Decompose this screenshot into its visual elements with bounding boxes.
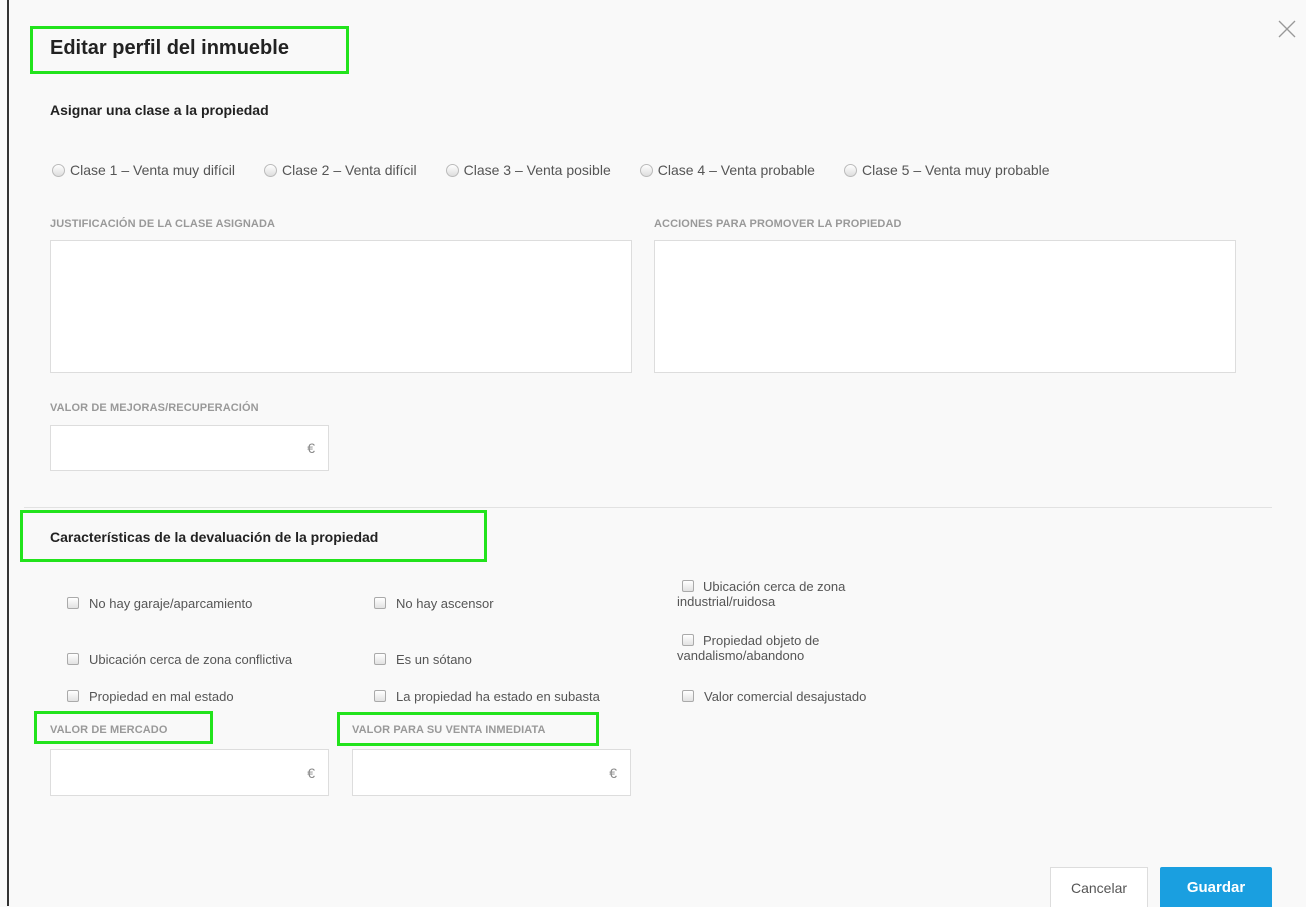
radio-clase-2[interactable]: Clase 2 – Venta difícil [263, 162, 417, 178]
checkbox-sotano[interactable]: Es un sótano [374, 652, 472, 667]
checkbox-valor-desajustado-label: Valor comercial desajustado [704, 689, 867, 704]
acciones-textarea[interactable] [654, 240, 1236, 373]
mejoras-input[interactable]: € [50, 425, 329, 471]
radio-button-icon [639, 163, 653, 177]
checkbox-mal-estado-label: Propiedad en mal estado [89, 689, 234, 704]
clase-radio-group: Clase 1 – Venta muy difícil Clase 2 – Ve… [52, 162, 1079, 178]
checkbox-zona-industrial-label-2: industrial/ruidosa [677, 594, 776, 609]
checkbox-vandalismo-label-1: Propiedad objeto de [703, 633, 820, 648]
euro-symbol: € [307, 440, 315, 456]
justificacion-label: JUSTIFICACIÓN DE LA CLASE ASIGNADA [50, 218, 276, 230]
radio-clase-4-label: Clase 4 – Venta probable [657, 162, 815, 178]
checkbox-zona-industrial[interactable]: Ubicación cerca de zona industrial/ruido… [677, 579, 897, 609]
checkbox-valor-desajustado[interactable]: Valor comercial desajustado [682, 689, 866, 704]
clase-section-title: Asignar una clase a la propiedad [50, 102, 269, 118]
checkbox-icon [67, 690, 79, 702]
modal-title: Editar perfil del inmueble [50, 37, 289, 59]
checkbox-subasta-label: La propiedad ha estado en subasta [396, 689, 600, 704]
section-divider [24, 507, 1272, 508]
checkbox-vandalismo-label-2: vandalismo/abandono [677, 648, 805, 663]
checkbox-mal-estado[interactable]: Propiedad en mal estado [67, 689, 234, 704]
checkbox-vandalismo[interactable]: Propiedad objeto de vandalismo/abandono [677, 633, 897, 663]
checkbox-zona-conflictiva-label: Ubicación cerca de zona conflictiva [89, 652, 293, 667]
cancel-button[interactable]: Cancelar [1050, 867, 1148, 907]
radio-clase-3[interactable]: Clase 3 – Venta posible [445, 162, 611, 178]
radio-clase-1[interactable]: Clase 1 – Venta muy difícil [52, 162, 235, 178]
window-left-border [7, 0, 9, 906]
venta-inmediata-input[interactable]: € [352, 749, 631, 796]
checkbox-no-ascensor[interactable]: No hay ascensor [374, 596, 494, 611]
justificacion-textarea[interactable] [50, 240, 632, 373]
radio-button-icon [843, 163, 857, 177]
checkbox-icon [374, 597, 386, 609]
radio-button-icon [263, 163, 277, 177]
mejoras-label: VALOR DE MEJORAS/RECUPERACIÓN [50, 402, 259, 414]
checkbox-no-garaje[interactable]: No hay garaje/aparcamiento [67, 596, 252, 611]
radio-clase-1-label: Clase 1 – Venta muy difícil [70, 162, 235, 178]
checkbox-sotano-label: Es un sótano [396, 652, 472, 667]
checkbox-icon [682, 580, 694, 592]
euro-symbol: € [307, 764, 315, 781]
checkbox-no-garaje-label: No hay garaje/aparcamiento [89, 596, 253, 611]
valor-mercado-input[interactable]: € [50, 749, 329, 796]
venta-inmediata-label: VALOR PARA SU VENTA INMEDIATA [352, 724, 546, 736]
checkbox-zona-industrial-label-1: Ubicación cerca de zona [703, 579, 846, 594]
radio-clase-4[interactable]: Clase 4 – Venta probable [639, 162, 815, 178]
checkbox-no-ascensor-label: No hay ascensor [396, 596, 494, 611]
checkbox-icon [682, 634, 694, 646]
checkbox-icon [67, 597, 79, 609]
radio-clase-5[interactable]: Clase 5 – Venta muy probable [843, 162, 1050, 178]
checkbox-subasta[interactable]: La propiedad ha estado en subasta [374, 689, 600, 704]
radio-clase-3-label: Clase 3 – Venta posible [463, 162, 611, 178]
checkbox-icon [374, 653, 386, 665]
acciones-label: ACCIONES PARA PROMOVER LA PROPIEDAD [654, 218, 902, 230]
checkbox-icon [682, 690, 694, 702]
devaluacion-section-title: Características de la devaluación de la … [50, 529, 379, 545]
radio-button-icon [52, 163, 65, 177]
valor-mercado-label: VALOR DE MERCADO [50, 724, 168, 736]
euro-symbol: € [609, 764, 617, 781]
radio-clase-2-label: Clase 2 – Venta difícil [281, 162, 417, 178]
radio-clase-5-label: Clase 5 – Venta muy probable [861, 162, 1050, 178]
radio-button-icon [445, 163, 459, 177]
checkbox-icon [67, 653, 79, 665]
checkbox-icon [374, 690, 386, 702]
checkbox-zona-conflictiva[interactable]: Ubicación cerca de zona conflictiva [67, 652, 292, 667]
close-icon [1278, 20, 1296, 38]
close-button[interactable] [1276, 18, 1298, 40]
save-button[interactable]: Guardar [1160, 867, 1272, 907]
